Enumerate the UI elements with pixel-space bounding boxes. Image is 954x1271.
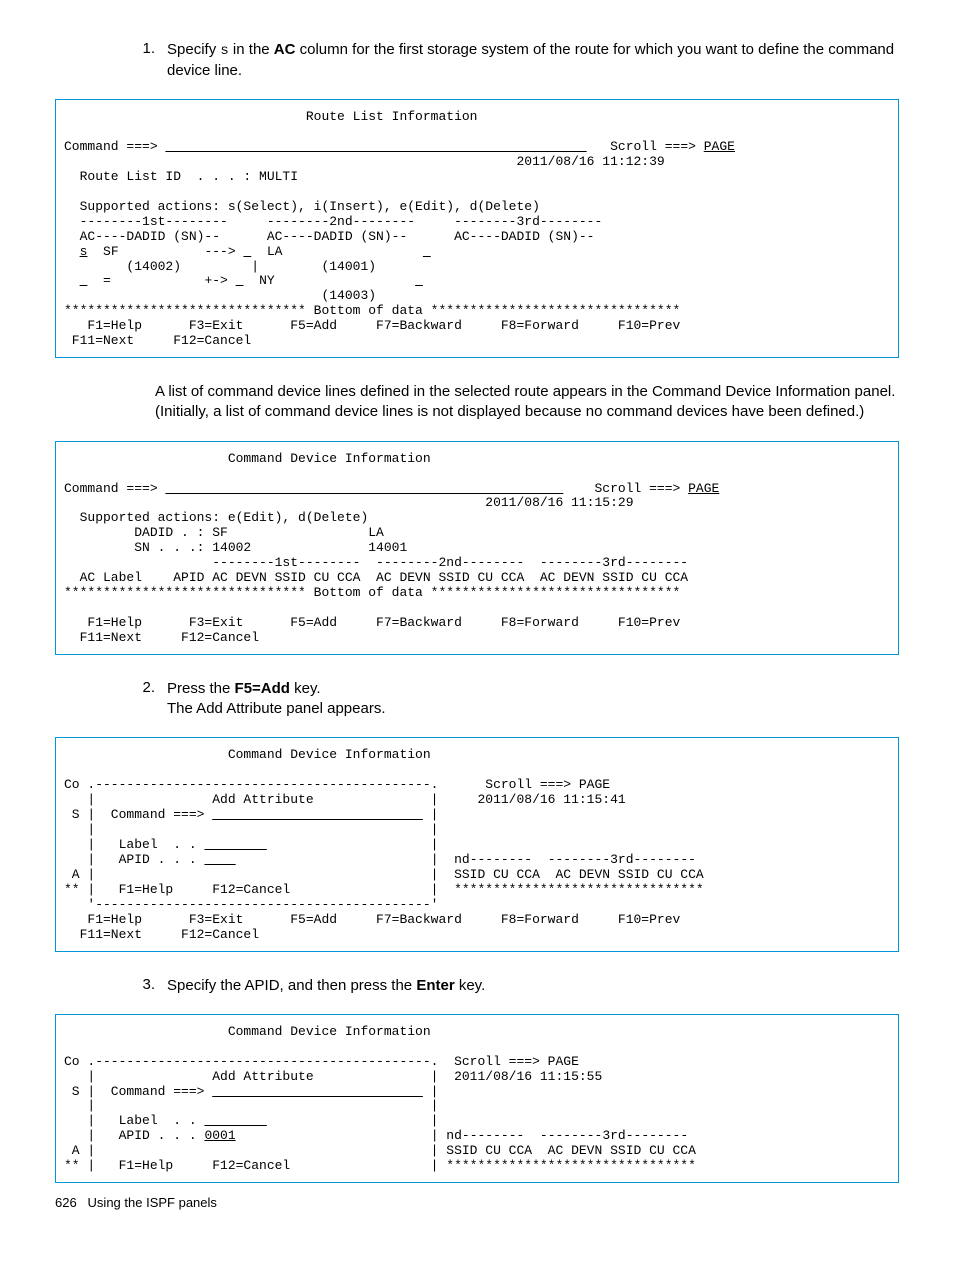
step-number: 3. [115, 976, 167, 996]
add-attribute-panel-1: Command Device Information Co .---------… [55, 737, 899, 951]
footer-title: Using the ISPF panels [88, 1195, 217, 1210]
step-number: 1. [115, 40, 167, 81]
bold-enter: Enter [416, 977, 454, 994]
bold-f5add: F5=Add [235, 680, 290, 697]
bold-ac: AC [274, 41, 296, 58]
step-2: 2. Press the F5=Add key. The Add Attribu… [115, 679, 899, 720]
code-s: s [220, 43, 228, 59]
step-number: 2. [115, 679, 167, 720]
step-1: 1. Specify s in the AC column for the fi… [115, 40, 899, 81]
page-footer: 626 Using the ISPF panels [55, 1195, 899, 1210]
step-3: 3. Specify the APID, and then press the … [115, 976, 899, 996]
paragraph-1: A list of command device lines defined i… [155, 382, 899, 423]
step-text: Press the F5=Add key. The Add Attribute … [167, 679, 899, 720]
add-attribute-panel-2: Command Device Information Co .---------… [55, 1014, 899, 1183]
step-text: Specify the APID, and then press the Ent… [167, 976, 899, 996]
page-number: 626 [55, 1195, 77, 1210]
route-list-panel: Route List Information Command ===> Scro… [55, 99, 899, 358]
command-device-panel-1: Command Device Information Command ===> … [55, 441, 899, 655]
step-text: Specify s in the AC column for the first… [167, 40, 899, 81]
